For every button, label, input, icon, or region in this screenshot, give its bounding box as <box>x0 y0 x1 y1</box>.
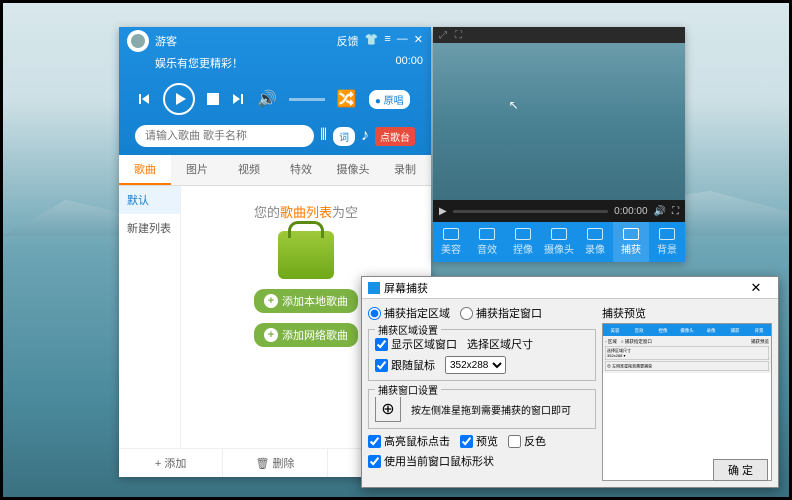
preview-panel: 捕获预览 美容音效捏像摄像头录像捕获背景 ◦ 区域○ 捕获指定窗口捕获预览 选择… <box>602 305 772 481</box>
lyrics-button[interactable]: 词 <box>333 127 355 146</box>
footer-delete[interactable]: 🗑 删除 <box>223 449 327 477</box>
add-local-button[interactable]: 添加本地歌曲 <box>254 289 358 313</box>
vtab-sound[interactable]: 音效 <box>469 222 505 262</box>
radio-region[interactable]: 捕获指定区域 <box>368 305 450 321</box>
chk-preview[interactable]: 预览 <box>460 433 498 449</box>
tab-record[interactable]: 录制 <box>379 155 431 185</box>
video-time: 0:00:00 <box>614 206 647 217</box>
close-icon[interactable]: ✕ <box>414 33 423 49</box>
stop-button[interactable] <box>207 93 219 105</box>
dialog-close-button[interactable]: ✕ <box>740 280 772 296</box>
window-settings-group: 捕获窗口设置 ⊕ 按左侧准星拖到需要捕获的窗口即可 <box>368 389 596 429</box>
volume-slider[interactable] <box>289 98 325 101</box>
preview-area: 美容音效捏像摄像头录像捕获背景 ◦ 区域○ 捕获指定窗口捕获预览 选择区域尺寸3… <box>602 323 772 481</box>
shirt-icon[interactable]: 👕 <box>365 33 379 49</box>
prev-button[interactable] <box>137 92 151 106</box>
video-progress[interactable] <box>453 210 608 213</box>
music-header: 游客 反馈 👕 ≡ — ✕ 娱乐有您更精彩！ 00:00 🔊 🔀 ● 原唱 <box>119 27 431 155</box>
search-input[interactable] <box>135 125 314 147</box>
video-tabs: 美容 音效 捏像 摄像头 录像 捕获 背景 <box>433 222 685 262</box>
playlist-sidebar: 默认 新建列表 <box>119 186 181 448</box>
footer-add[interactable]: + 添加 <box>119 449 223 477</box>
video-expand-icon[interactable]: ⛶ <box>672 206 679 217</box>
empty-message: 您的歌曲列表为空 <box>254 202 358 221</box>
note-icon[interactable]: ♪ <box>361 127 369 145</box>
video-titlebar: ⤢ ⛶ <box>433 27 685 43</box>
preview-title: 捕获预览 <box>602 305 772 321</box>
dialog-titlebar[interactable]: 屏幕捕获 ✕ <box>362 277 778 299</box>
tab-song[interactable]: 歌曲 <box>119 155 171 185</box>
music-tabs: 歌曲 图片 视频 特效 摄像头 录制 <box>119 155 431 186</box>
size-label: 选择区域尺寸 <box>467 336 533 352</box>
sidebar-item-new[interactable]: 新建列表 <box>119 214 180 242</box>
vtab-record[interactable]: 录像 <box>577 222 613 262</box>
ok-button[interactable]: 确 定 <box>713 459 768 481</box>
chk-follow-mouse[interactable]: 跟随鼠标 <box>375 357 435 373</box>
volume-icon[interactable]: 🔊 <box>257 89 277 109</box>
video-controls: ▶ 0:00:00 🔊 ⛶ <box>433 200 685 222</box>
chk-highlight[interactable]: 高亮鼠标点击 <box>368 433 450 449</box>
cursor-icon: ↖ <box>509 98 519 112</box>
equalizer-icon[interactable]: ⫴ <box>320 127 327 145</box>
chk-cursor[interactable]: 使用当前窗口鼠标形状 <box>368 453 596 469</box>
user-name: 游客 <box>155 33 177 49</box>
chk-invert[interactable]: 反色 <box>508 433 546 449</box>
basket-icon <box>278 231 334 279</box>
window-hint: 按左侧准星拖到需要捕获的窗口即可 <box>411 402 589 417</box>
user-avatar[interactable] <box>127 30 149 52</box>
tab-effect[interactable]: 特效 <box>275 155 327 185</box>
sidebar-item-default[interactable]: 默认 <box>119 186 180 214</box>
vtab-capture[interactable]: 捕获 <box>613 222 649 262</box>
video-screen[interactable]: ↖ <box>433 43 685 200</box>
minimize-icon[interactable]: — <box>397 33 408 49</box>
dialog-title: 屏幕捕获 <box>384 280 428 296</box>
vtab-camera[interactable]: 摄像头 <box>541 222 577 262</box>
radio-window[interactable]: 捕获指定窗口 <box>460 305 542 321</box>
expand-icon[interactable]: ⤢ <box>439 30 447 41</box>
feedback-link[interactable]: 反馈 <box>337 33 359 49</box>
crosshair-picker[interactable]: ⊕ <box>375 396 401 422</box>
video-player-window: ⤢ ⛶ ↖ ▶ 0:00:00 🔊 ⛶ 美容 音效 捏像 摄像头 录像 捕获 背… <box>433 27 685 262</box>
fullscreen-icon[interactable]: ⛶ <box>455 30 462 41</box>
original-toggle[interactable]: ● 原唱 <box>369 90 410 109</box>
vtab-beauty[interactable]: 美容 <box>433 222 469 262</box>
add-network-button[interactable]: 添加网络歌曲 <box>254 323 358 347</box>
next-button[interactable] <box>231 92 245 106</box>
request-song-button[interactable]: 点歌台 <box>375 127 415 146</box>
video-play-button[interactable]: ▶ <box>439 206 447 217</box>
play-button[interactable] <box>163 83 195 115</box>
size-select[interactable]: 352x288 <box>445 356 506 374</box>
time-display: 00:00 <box>395 55 423 71</box>
chk-show-region[interactable]: 显示区域窗口 <box>375 336 457 352</box>
vtab-bg[interactable]: 背景 <box>649 222 685 262</box>
dialog-icon <box>368 282 380 294</box>
tab-image[interactable]: 图片 <box>171 155 223 185</box>
region-settings-group: 捕获区域设置 显示区域窗口 选择区域尺寸 跟随鼠标 352x288 <box>368 329 596 381</box>
tab-video[interactable]: 视频 <box>223 155 275 185</box>
shuffle-icon[interactable]: 🔀 <box>337 89 357 109</box>
vtab-pinch[interactable]: 捏像 <box>505 222 541 262</box>
capture-dialog: 屏幕捕获 ✕ 捕获指定区域 捕获指定窗口 捕获区域设置 显示区域窗口 选择区域尺… <box>361 276 779 488</box>
video-volume-icon[interactable]: 🔊 <box>654 206 666 217</box>
tab-camera[interactable]: 摄像头 <box>327 155 379 185</box>
subtitle-text: 娱乐有您更精彩！ <box>155 55 243 71</box>
menu-icon[interactable]: ≡ <box>384 33 390 49</box>
